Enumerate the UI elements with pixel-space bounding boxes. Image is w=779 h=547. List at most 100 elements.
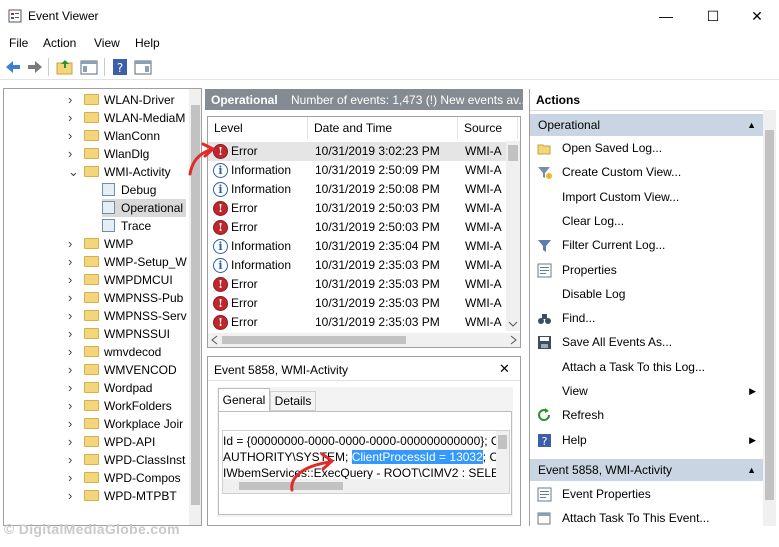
- tree-item[interactable]: Debug: [102, 181, 156, 199]
- tree-item[interactable]: WMPNSSUI: [84, 325, 170, 343]
- forward-arrow-icon[interactable]: [26, 58, 44, 76]
- collapsed-chevron-icon[interactable]: ›: [68, 434, 72, 449]
- action-item[interactable]: Open Saved Log...: [530, 137, 764, 160]
- scroll-left-icon[interactable]: [210, 335, 220, 345]
- events-vscrollbar[interactable]: [506, 141, 520, 331]
- action-item[interactable]: ? Help ▶: [530, 429, 764, 452]
- help-book-icon[interactable]: ?: [111, 58, 129, 76]
- menu-file[interactable]: File: [9, 36, 28, 50]
- tree-item[interactable]: WlanConn: [84, 127, 160, 145]
- expanded-chevron-icon[interactable]: ⌄: [68, 164, 79, 180]
- collapsed-chevron-icon[interactable]: ›: [68, 308, 72, 323]
- tree-item[interactable]: WlanDlg: [84, 145, 149, 163]
- event-description-box[interactable]: Id = {00000000-0000-0000-0000-0000000000…: [222, 430, 510, 494]
- tree-item[interactable]: WMPNSS-Pub: [84, 289, 183, 307]
- events-vscroll-thumb[interactable]: [508, 145, 518, 161]
- scroll-down-icon[interactable]: [508, 319, 518, 329]
- menu-view[interactable]: View: [94, 36, 120, 50]
- action-item[interactable]: Attach a Task To this Log...: [530, 356, 764, 379]
- tree-item[interactable]: WPD-MTPBT: [84, 487, 177, 505]
- collapsed-chevron-icon[interactable]: ›: [68, 488, 72, 503]
- collapsed-chevron-icon[interactable]: ›: [68, 362, 72, 377]
- collapsed-chevron-icon[interactable]: ›: [68, 380, 72, 395]
- minimize-button[interactable]: —: [643, 0, 689, 32]
- event-row[interactable]: ! Error 10/31/2019 2:35:03 PM WMI-A: [208, 294, 508, 313]
- collapsed-chevron-icon[interactable]: ›: [68, 326, 72, 341]
- action-item[interactable]: Find...: [530, 307, 764, 330]
- tree-item[interactable]: WMPDMCUI: [84, 271, 173, 289]
- menu-help[interactable]: Help: [135, 36, 160, 50]
- tree-item[interactable]: WLAN-Driver: [84, 91, 175, 109]
- tree-item[interactable]: Wordpad: [84, 379, 152, 397]
- action-item[interactable]: Refresh: [530, 404, 764, 427]
- collapsed-chevron-icon[interactable]: ›: [68, 344, 72, 359]
- detail-close-icon[interactable]: ✕: [499, 361, 510, 377]
- collapsed-chevron-icon[interactable]: ›: [68, 254, 72, 269]
- tree-item[interactable]: WMI-Activity: [84, 163, 171, 181]
- actions-section-operational[interactable]: Operational ▲: [530, 114, 764, 136]
- tree-item[interactable]: WMP: [84, 235, 133, 253]
- tree-item[interactable]: WPD-Compos: [84, 469, 181, 487]
- event-row[interactable]: ! Error 10/31/2019 2:50:03 PM WMI-A: [208, 199, 508, 218]
- tree-item[interactable]: WLAN-MediaM: [84, 109, 185, 127]
- collapsed-chevron-icon[interactable]: ›: [68, 290, 72, 305]
- tree-item[interactable]: WMPNSS-Serv: [84, 307, 187, 325]
- up-folder-icon[interactable]: [56, 58, 74, 76]
- action-item[interactable]: Filter Current Log...: [530, 234, 764, 257]
- events-hscroll-thumb[interactable]: [222, 336, 406, 344]
- menu-action[interactable]: Action: [43, 36, 76, 50]
- actions-section-event[interactable]: Event 5858, WMI-Activity ▲: [530, 459, 764, 481]
- collapsed-chevron-icon[interactable]: ›: [68, 272, 72, 287]
- action-item[interactable]: Event Properties: [530, 483, 764, 506]
- tree-item[interactable]: Workplace Joir: [84, 415, 183, 433]
- description-vscroll-thumb[interactable]: [498, 435, 507, 449]
- event-row[interactable]: i Information 10/31/2019 2:50:09 PM WMI-A: [208, 161, 508, 180]
- collapsed-chevron-icon[interactable]: ›: [68, 416, 72, 431]
- collapsed-chevron-icon[interactable]: ›: [68, 92, 72, 107]
- tree-item[interactable]: WPD-API: [84, 433, 155, 451]
- collapsed-chevron-icon[interactable]: ›: [68, 110, 72, 125]
- scroll-right-icon[interactable]: [508, 335, 518, 345]
- tree-item[interactable]: WMVENCOD: [84, 361, 177, 379]
- close-button[interactable]: ✕: [734, 0, 779, 32]
- tree-item[interactable]: WPD-ClassInst: [84, 451, 185, 469]
- column-header-source[interactable]: Source: [458, 117, 518, 139]
- event-row[interactable]: ! Error 10/31/2019 2:50:03 PM WMI-A: [208, 218, 508, 237]
- show-hide-tree-icon[interactable]: [80, 58, 98, 76]
- event-row[interactable]: ! Error 10/31/2019 2:35:03 PM WMI-A: [208, 313, 508, 332]
- collapsed-chevron-icon[interactable]: ›: [68, 470, 72, 485]
- action-item[interactable]: View ▶: [530, 380, 764, 403]
- collapse-caret-icon[interactable]: ▲: [747, 459, 756, 481]
- collapse-caret-icon[interactable]: ▲: [747, 114, 756, 136]
- action-item[interactable]: Clear Log...: [530, 210, 764, 233]
- action-item[interactable]: Properties: [530, 259, 764, 282]
- column-header-date[interactable]: Date and Time: [308, 117, 458, 139]
- event-row[interactable]: i Information 10/31/2019 2:50:08 PM WMI-A: [208, 180, 508, 199]
- action-item[interactable]: Import Custom View...: [530, 186, 764, 209]
- tab-details[interactable]: Details: [270, 391, 316, 411]
- collapsed-chevron-icon[interactable]: ›: [68, 398, 72, 413]
- collapsed-chevron-icon[interactable]: ›: [68, 236, 72, 251]
- event-row[interactable]: i Information 10/31/2019 2:35:03 PM WMI-A: [208, 256, 508, 275]
- tab-general[interactable]: General: [218, 388, 270, 412]
- action-item[interactable]: Attach Task To This Event...: [530, 507, 764, 526]
- collapsed-chevron-icon[interactable]: ›: [68, 146, 72, 161]
- tree-item[interactable]: wmvdecod: [84, 343, 161, 361]
- tree-item[interactable]: Operational: [102, 199, 186, 217]
- show-hide-action-pane-icon[interactable]: [134, 58, 152, 76]
- tree-item[interactable]: WMP-Setup_W: [84, 253, 187, 271]
- event-row[interactable]: ! Error 10/31/2019 2:35:03 PM WMI-A: [208, 275, 508, 294]
- event-row[interactable]: i Information 10/31/2019 2:35:04 PM WMI-A: [208, 237, 508, 256]
- collapsed-chevron-icon[interactable]: ›: [68, 128, 72, 143]
- action-item[interactable]: Create Custom View...: [530, 161, 764, 184]
- tree-item[interactable]: Trace: [102, 217, 151, 235]
- collapsed-chevron-icon[interactable]: ›: [68, 452, 72, 467]
- maximize-button[interactable]: ☐: [690, 0, 736, 32]
- action-item[interactable]: Save All Events As...: [530, 331, 764, 354]
- action-item[interactable]: Disable Log: [530, 283, 764, 306]
- actions-scrollbar-thumb[interactable]: [765, 130, 774, 500]
- column-header-level[interactable]: Level: [208, 117, 308, 139]
- back-arrow-icon[interactable]: [4, 58, 22, 76]
- tree-item[interactable]: WorkFolders: [84, 397, 172, 415]
- event-row[interactable]: ! Error 10/31/2019 3:02:23 PM WMI-A: [208, 142, 508, 161]
